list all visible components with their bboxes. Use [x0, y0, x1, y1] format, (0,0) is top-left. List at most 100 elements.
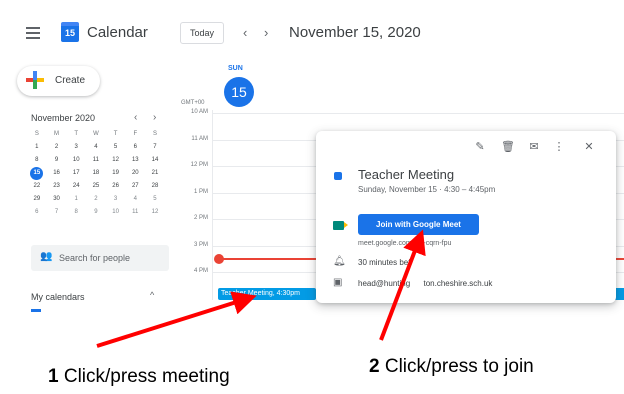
edit-icon[interactable]: ✎ — [473, 140, 487, 153]
organizer-email: head@hunting ton.cheshire.sch.uk — [358, 279, 493, 288]
search-people-placeholder: Search for people — [59, 253, 131, 263]
mini-calendar-day[interactable]: 2 — [86, 193, 106, 206]
mini-calendar-day[interactable]: 21 — [145, 167, 165, 180]
mini-calendar-weekday-row: SMTWTFS — [27, 128, 165, 141]
plus-icon — [26, 71, 44, 89]
join-google-meet-button[interactable]: Join with Google Meet — [358, 214, 479, 235]
current-time-dot — [214, 254, 224, 264]
search-people-input[interactable]: 👥 Search for people — [31, 245, 169, 271]
mini-calendar-day[interactable]: 8 — [27, 154, 47, 167]
event-color-swatch — [334, 172, 342, 180]
arrow-to-event — [96, 291, 257, 348]
calendar-logo-icon: 15 — [61, 22, 79, 42]
time-label: 4 PM — [193, 268, 208, 274]
mini-calendar-grid: S M T W T F S 1 2 3 4 5 6 7 8 9 10 11 12 13 14 15 16 17 18 19 20 21… — [27, 128, 165, 219]
mini-calendar-weekday: M — [54, 131, 60, 137]
create-button[interactable]: Create — [17, 66, 100, 96]
previous-period-button[interactable]: ‹ — [243, 25, 247, 40]
reminder-text: 30 minutes bef — [358, 258, 411, 267]
mini-calendar-next-button[interactable]: › — [153, 112, 156, 123]
bell-icon: 🔔︎ — [333, 256, 346, 267]
mini-calendar-day[interactable]: 4 — [125, 193, 145, 206]
mini-calendar-day-label: 15 — [30, 167, 44, 180]
calendar-checkbox[interactable] — [31, 309, 41, 312]
mini-calendar-day-selected[interactable]: 15 — [27, 167, 47, 180]
mini-calendar-weekday: F — [133, 131, 138, 137]
event-chip-teacher-meeting[interactable]: Teacher Meeting, 4:30pm — [218, 288, 316, 300]
time-label: 3 PM — [193, 241, 208, 248]
current-date-title: November 15, 2020 — [289, 24, 421, 41]
event-time: Sunday, November 15 · 4:30 – 4:45pm — [358, 185, 496, 194]
mini-calendar-day[interactable]: 26 — [106, 180, 126, 193]
time-label: 10 AM — [190, 109, 208, 115]
mini-calendar-day[interactable]: 1 — [66, 193, 86, 206]
create-label: Create — [55, 75, 86, 86]
mini-calendar-day[interactable]: 12 — [145, 206, 165, 219]
step-2-caption: 2 Click/press to join — [369, 356, 534, 377]
hour-gridline — [212, 113, 624, 114]
calendar-logo-day: 15 — [64, 28, 75, 38]
delete-icon[interactable]: 🗑 — [501, 140, 515, 153]
mini-calendar-day[interactable]: 9 — [47, 154, 67, 167]
mini-calendar-day[interactable]: 24 — [66, 180, 86, 193]
my-calendars-heading[interactable]: My calendars — [31, 292, 85, 302]
mini-calendar-day[interactable]: 19 — [106, 167, 126, 180]
mini-calendar-day[interactable]: 1 — [27, 141, 47, 154]
time-label: 12 PM — [190, 162, 208, 168]
mini-calendar-day[interactable]: 17 — [66, 167, 86, 180]
mini-calendar-day[interactable]: 28 — [145, 180, 165, 193]
mini-calendar-day[interactable]: 7 — [47, 206, 67, 219]
mini-calendar-week-row: 29 30 1 2 3 4 5 — [27, 193, 165, 206]
more-options-icon[interactable]: ⋮ — [552, 140, 566, 153]
mini-calendar-day[interactable]: 2 — [47, 141, 67, 154]
close-icon[interactable]: ✕ — [582, 140, 596, 153]
day-number[interactable]: 15 — [224, 77, 254, 107]
mini-calendar-day[interactable]: 5 — [145, 193, 165, 206]
event-title: Teacher Meeting — [358, 167, 455, 182]
mini-calendar-weekday: S — [152, 131, 157, 137]
mini-calendar-weekday: T — [113, 131, 118, 137]
mini-calendar-day[interactable]: 5 — [106, 141, 126, 154]
mini-calendar-day[interactable]: 9 — [86, 206, 106, 219]
event-details-popup: ✎ 🗑 ✉ ⋮ ✕ Teacher Meeting Sunday, Novemb… — [316, 131, 616, 303]
time-label: 1 PM — [193, 188, 208, 195]
mini-calendar-day[interactable]: 16 — [47, 167, 67, 180]
next-period-button[interactable]: › — [264, 25, 268, 40]
mini-calendar-prev-button[interactable]: ‹ — [134, 112, 137, 123]
mini-calendar-day[interactable]: 6 — [125, 141, 145, 154]
mini-calendar-day[interactable]: 6 — [27, 206, 47, 219]
today-button[interactable]: Today — [180, 22, 224, 44]
mini-calendar-day[interactable]: 4 — [86, 141, 106, 154]
mini-calendar-day[interactable]: 11 — [125, 206, 145, 219]
mini-calendar-day[interactable]: 7 — [145, 141, 165, 154]
mini-calendar-day[interactable]: 10 — [66, 154, 86, 167]
main-menu-button[interactable] — [26, 27, 40, 39]
mini-calendar-weekday: W — [93, 131, 99, 137]
mini-calendar-day[interactable]: 29 — [27, 193, 47, 206]
mini-calendar-day[interactable]: 18 — [86, 167, 106, 180]
mini-calendar-day[interactable]: 20 — [125, 167, 145, 180]
mini-calendar-week-row: 6 7 8 9 10 11 12 — [27, 206, 165, 219]
mini-calendar-day[interactable]: 10 — [106, 206, 126, 219]
mini-calendar-day[interactable]: 30 — [47, 193, 67, 206]
mini-calendar-day[interactable]: 27 — [125, 180, 145, 193]
mini-calendar-day[interactable]: 3 — [106, 193, 126, 206]
time-label: 2 PM — [193, 215, 208, 221]
mini-calendar-day[interactable]: 13 — [125, 154, 145, 167]
mini-calendar-day[interactable]: 14 — [145, 154, 165, 167]
mini-calendar-day[interactable]: 22 — [27, 180, 47, 193]
mini-calendar-day[interactable]: 3 — [66, 141, 86, 154]
mini-calendar-day[interactable]: 25 — [86, 180, 106, 193]
email-icon[interactable]: ✉ — [527, 140, 541, 153]
mini-calendar-day[interactable]: 23 — [47, 180, 67, 193]
meet-link[interactable]: meet.google.com/bu -cqrn-fpu — [358, 240, 451, 247]
day-weekday-label: SUN — [228, 65, 243, 72]
mini-calendar-day[interactable]: 12 — [106, 154, 126, 167]
chevron-up-icon[interactable]: ^ — [150, 290, 154, 300]
people-icon: 👥 — [40, 251, 53, 262]
mini-calendar-day[interactable]: 8 — [66, 206, 86, 219]
mini-calendar-week-row: 22 23 24 25 26 27 28 — [27, 180, 165, 193]
app-title: Calendar — [87, 24, 148, 41]
mini-calendar-week-row: 1234567 — [27, 141, 165, 154]
mini-calendar-day[interactable]: 11 — [86, 154, 106, 167]
